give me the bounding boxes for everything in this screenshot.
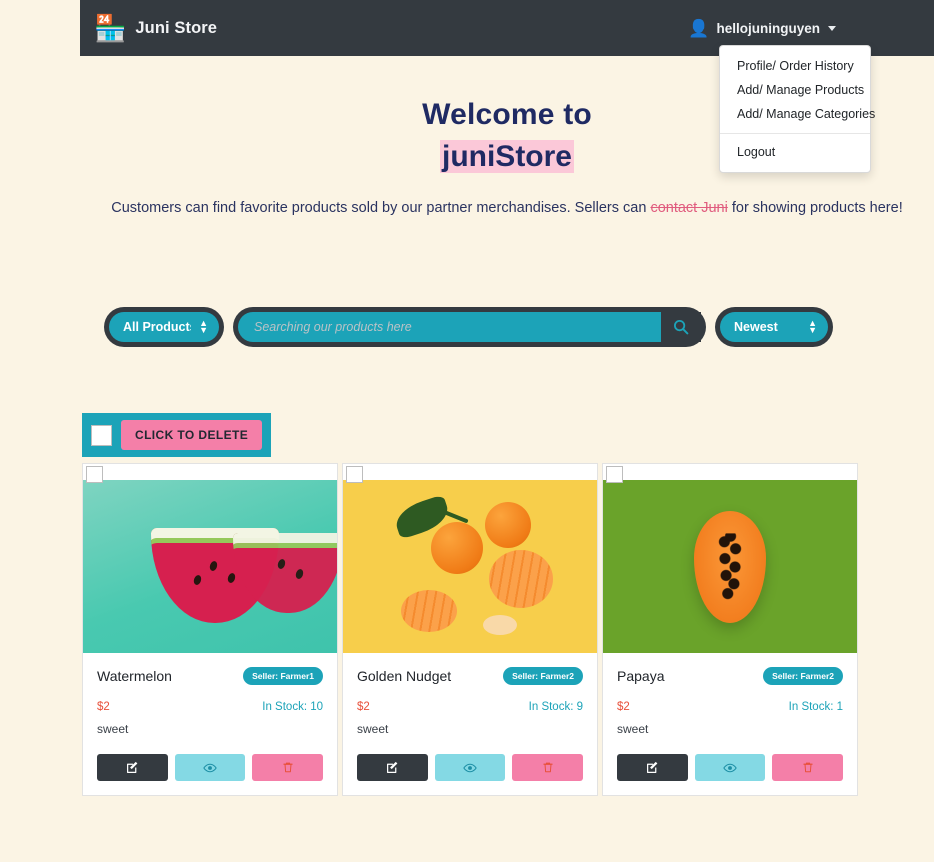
view-product-button[interactable]	[434, 754, 506, 781]
chevron-down-icon	[828, 25, 836, 31]
brand-link[interactable]: 🏪 Juni Store	[94, 15, 217, 41]
product-description: sweet	[617, 722, 649, 736]
product-image-oranges	[343, 480, 597, 653]
search-field-wrapper	[233, 307, 706, 347]
product-card[interactable]: Golden Nudget Seller: Farmer2 $2 In Stoc…	[342, 463, 598, 796]
brand-name: Juni Store	[135, 18, 218, 37]
hero-description: Customers can find favorite products sol…	[80, 197, 934, 220]
product-price: $2	[617, 701, 630, 713]
contact-juni-link[interactable]: contact Juni	[650, 200, 727, 216]
product-name: Golden Nudget	[357, 668, 452, 684]
edit-product-button[interactable]	[617, 754, 688, 781]
view-product-button[interactable]	[694, 754, 766, 781]
menu-item-logout[interactable]: Logout	[720, 140, 870, 164]
magnifier-icon	[674, 320, 689, 335]
product-card[interactable]: Papaya Seller: Farmer2 $2 In Stock: 1 sw…	[602, 463, 858, 796]
store-icon: 🏪	[94, 13, 127, 43]
product-stock: In Stock: 1	[788, 701, 843, 713]
card-actions	[83, 742, 337, 795]
product-grid: Watermelon Seller: Farmer1 $2 In Stock: …	[82, 463, 858, 796]
user-dropdown-menu: Profile/ Order History Add/ Manage Produ…	[719, 45, 875, 173]
seller-badge: Seller: Farmer2	[763, 667, 843, 685]
card-body: Golden Nudget Seller: Farmer2 $2 In Stoc…	[343, 653, 597, 742]
card-body: Watermelon Seller: Farmer1 $2 In Stock: …	[83, 653, 337, 742]
hero-description-part1: Customers can find favorite products sol…	[111, 200, 651, 216]
select-all-checkbox[interactable]	[91, 424, 112, 446]
product-image-watermelon	[83, 480, 337, 653]
product-stock: In Stock: 9	[528, 701, 583, 713]
eye-icon	[463, 763, 477, 772]
trash-icon	[803, 762, 813, 773]
sort-select[interactable]: Newest	[720, 312, 828, 342]
product-image-papaya	[603, 480, 857, 653]
card-meta-row: $2 In Stock: 10	[97, 701, 323, 713]
edit-icon	[386, 761, 398, 773]
store-name-highlight: juniStore	[439, 140, 574, 173]
eye-icon	[203, 763, 217, 772]
peeled-orange-shape	[489, 550, 553, 608]
card-title-row: Golden Nudget Seller: Farmer2	[357, 667, 583, 685]
orange-segments-shape	[401, 590, 457, 632]
papaya-seeds-shape	[716, 532, 744, 603]
menu-item-add-manage-products[interactable]: Add/ Manage Products	[720, 78, 870, 102]
search-submit-button[interactable]	[661, 312, 701, 342]
menu-item-profile-order-history[interactable]: Profile/ Order History	[720, 54, 870, 78]
category-select[interactable]: All Products	[109, 312, 219, 342]
hero-description-part2: for showing products here!	[727, 200, 903, 216]
card-header	[83, 464, 337, 483]
card-actions	[603, 742, 857, 795]
product-description: sweet	[357, 722, 389, 736]
card-header	[603, 464, 857, 483]
delete-product-button[interactable]	[772, 754, 844, 781]
card-body: Papaya Seller: Farmer2 $2 In Stock: 1 sw…	[603, 653, 857, 742]
edit-icon	[646, 761, 658, 773]
orange-segment-shape	[483, 615, 517, 635]
delete-product-button[interactable]	[512, 754, 584, 781]
card-title-row: Papaya Seller: Farmer2	[617, 667, 843, 685]
card-actions	[343, 742, 597, 795]
search-input[interactable]	[238, 312, 661, 342]
menu-divider	[720, 133, 870, 134]
search-toolbar: All Products ▲▼ Newest ▲▼	[104, 307, 833, 347]
product-select-checkbox[interactable]	[606, 466, 623, 483]
bulk-delete-bar: CLICK TO DELETE	[82, 413, 272, 457]
product-price: $2	[357, 701, 370, 713]
seller-badge: Seller: Farmer2	[503, 667, 583, 685]
card-title-row: Watermelon Seller: Farmer1	[97, 667, 323, 685]
avatar-person-icon: 👤	[688, 18, 710, 38]
edit-product-button[interactable]	[357, 754, 428, 781]
bulk-delete-button[interactable]: CLICK TO DELETE	[121, 420, 263, 450]
product-select-checkbox[interactable]	[346, 466, 363, 483]
view-product-button[interactable]	[174, 754, 246, 781]
delete-product-button[interactable]	[252, 754, 324, 781]
orange-shape	[485, 502, 531, 548]
product-name: Papaya	[617, 668, 665, 684]
menu-item-add-manage-categories[interactable]: Add/ Manage Categories	[720, 102, 875, 126]
edit-product-button[interactable]	[97, 754, 168, 781]
card-meta-row: $2 In Stock: 1	[617, 701, 843, 713]
product-stock: In Stock: 10	[262, 701, 323, 713]
product-price: $2	[97, 701, 110, 713]
product-select-checkbox[interactable]	[86, 466, 103, 483]
orange-shape	[431, 522, 483, 574]
seller-badge: Seller: Farmer1	[243, 667, 323, 685]
product-card[interactable]: Watermelon Seller: Farmer1 $2 In Stock: …	[82, 463, 338, 796]
eye-icon	[723, 763, 737, 772]
product-name: Watermelon	[97, 668, 172, 684]
product-description: sweet	[97, 722, 129, 736]
category-filter-wrapper: All Products ▲ ▼	[104, 307, 224, 347]
user-menu-toggle[interactable]: 👤 hellojuninguyen	[688, 20, 836, 37]
username-label: hellojuninguyen	[716, 20, 821, 36]
card-header	[343, 464, 597, 483]
card-meta-row: $2 In Stock: 9	[357, 701, 583, 713]
sort-filter-wrapper: Newest ▲ ▼	[715, 307, 833, 347]
edit-icon	[126, 761, 138, 773]
trash-icon	[283, 762, 293, 773]
trash-icon	[543, 762, 553, 773]
